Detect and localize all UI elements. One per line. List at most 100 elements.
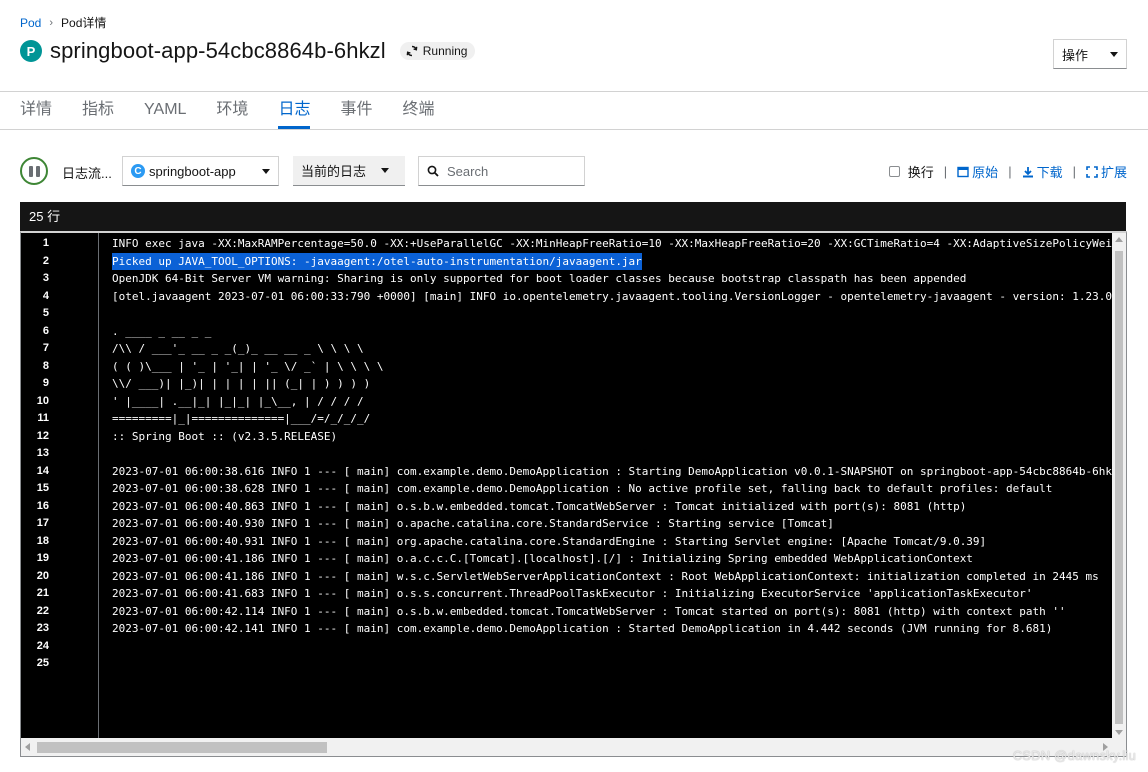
page-title-row: P springboot-app-54cbc8864b-6hkzl Runnin…: [20, 38, 476, 64]
actions-dropdown[interactable]: 操作: [1053, 39, 1127, 69]
log-line-text: 2023-07-01 06:00:40.931 INFO 1 --- [ mai…: [112, 534, 987, 548]
log-line-text: 2023-07-01 06:00:41.683 INFO 1 --- [ mai…: [112, 587, 1033, 600]
separator: |: [1072, 164, 1076, 179]
log-line: 25: [21, 655, 1111, 673]
log-line: 20 2023-07-01 06:00:41.186 INFO 1 --- [ m…: [21, 568, 1111, 586]
log-line-text: Picked up JAVA_TOOL_OPTIONS: -javaagent:…: [112, 252, 642, 270]
log-line: 13: [21, 445, 1111, 463]
horizontal-scrollbar[interactable]: [21, 738, 1126, 756]
log-line: 2 Picked up JAVA_TOOL_OPTIONS: -javaagent…: [21, 252, 1111, 270]
log-line: 8 ( ( )\___ | '_ | '_| | '_ \/ _` | \ \ \…: [21, 358, 1111, 376]
log-line-text: OpenJDK 64-Bit Server VM warning: Sharin…: [112, 272, 967, 285]
tab-details[interactable]: 详情: [20, 92, 52, 129]
tab-metrics[interactable]: 指标: [82, 92, 114, 129]
log-toolbar: 日志流... C springboot-app 当前的日志 换行 | 原始 | …: [20, 155, 1127, 187]
line-number: 25: [36, 657, 49, 669]
line-number: 1: [42, 237, 49, 249]
download-icon: [1022, 166, 1033, 177]
log-line: 4 [otel.javaagent 2023-07-01 06:00:33:790…: [21, 288, 1113, 306]
line-number: 11: [37, 412, 49, 424]
log-line: 19 2023-07-01 06:00:41.186 INFO 1 --- [ m…: [21, 550, 1111, 568]
log-line-text: 2023-07-01 06:00:40.863 INFO 1 --- [ mai…: [112, 499, 967, 513]
tab-yaml[interactable]: YAML: [144, 92, 186, 129]
log-line: 17 2023-07-01 06:00:40.930 INFO 1 --- [ m…: [21, 515, 1111, 533]
download-link[interactable]: 下载: [1022, 162, 1063, 181]
log-type-select-value: 当前的日志: [301, 164, 367, 179]
line-number: 18: [36, 534, 49, 547]
line-number: 6: [42, 324, 49, 337]
download-label: 下载: [1036, 165, 1063, 180]
scroll-up-icon[interactable]: [1115, 237, 1123, 242]
line-number: 19: [36, 552, 49, 564]
pod-badge-icon: P: [20, 40, 42, 62]
tab-terminal[interactable]: 终端: [402, 92, 434, 129]
caret-down-icon: [1110, 51, 1118, 57]
search-input[interactable]: [447, 163, 567, 179]
search-icon: [427, 165, 439, 177]
expand-link[interactable]: 扩展: [1086, 162, 1127, 181]
line-number: 3: [42, 272, 49, 284]
stream-status-label: 日志流...: [62, 166, 112, 181]
pause-stream-button[interactable]: [20, 157, 48, 185]
log-line-text: [otel.javaagent 2023-07-01 06:00:33:790 …: [112, 289, 1113, 303]
breadcrumb-pod-link[interactable]: Pod: [20, 16, 41, 30]
line-number: 13: [36, 447, 49, 459]
log-viewer[interactable]: 1 INFO exec java -XX:MaxRAMPercentage=50.…: [20, 231, 1127, 757]
log-line-text: 2023-07-01 06:00:40.930 INFO 1 --- [ mai…: [112, 517, 834, 530]
log-lines: 1 INFO exec java -XX:MaxRAMPercentage=50.…: [21, 235, 1126, 673]
log-line: 9 \\/ ___)| |_)| | | | | || (_| | ) ) ) ): [21, 375, 1111, 393]
line-number: 10: [36, 394, 49, 407]
line-number: 4: [42, 289, 49, 302]
log-line-text: 2023-07-01 06:00:38.616 INFO 1 --- [ mai…: [112, 464, 1127, 478]
container-select[interactable]: C springboot-app: [122, 156, 279, 186]
raw-log-label: 原始: [972, 165, 999, 180]
line-number: 12: [36, 429, 49, 442]
log-line: 14 2023-07-01 06:00:38.616 INFO 1 --- [ m…: [21, 463, 1126, 481]
log-line: 10 ' |____| .__|_| |_|_| |_\__, | / / / /: [21, 393, 1111, 411]
breadcrumb-chevron-icon: ›: [49, 16, 54, 29]
scroll-left-icon[interactable]: [25, 743, 30, 751]
wrap-lines-label: 换行: [907, 165, 934, 180]
log-line-text: 2023-07-01 06:00:38.628 INFO 1 --- [ mai…: [112, 482, 1053, 495]
pause-icon: [28, 165, 40, 177]
line-number: 21: [36, 587, 49, 599]
line-number: 8: [42, 359, 49, 372]
line-number: 7: [42, 342, 49, 354]
log-line: 7 /\\ / ___'_ __ _ _(_)_ __ __ _ \ \ \ \: [21, 340, 1111, 358]
scroll-down-icon[interactable]: [1115, 730, 1123, 735]
line-number: 14: [36, 464, 49, 477]
status-text: Running: [422, 44, 468, 58]
separator: |: [1008, 164, 1012, 179]
wrap-lines-checkbox[interactable]: [888, 166, 900, 177]
log-line: 18 2023-07-01 06:00:40.931 INFO 1 --- [ m…: [21, 533, 1111, 551]
log-line: 1 INFO exec java -XX:MaxRAMPercentage=50.…: [21, 235, 1126, 253]
watermark: CSDN @dawnsky.liu: [1012, 748, 1136, 763]
log-line: 24: [21, 638, 1111, 656]
tab-events[interactable]: 事件: [340, 92, 372, 129]
tab-environment[interactable]: 环境: [216, 92, 248, 129]
vertical-scrollbar[interactable]: [1112, 233, 1126, 738]
vertical-scroll-thumb[interactable]: [1115, 251, 1123, 724]
line-number: 20: [36, 569, 49, 582]
page-title: springboot-app-54cbc8864b-6hkzl: [50, 38, 386, 63]
expand-icon: [1086, 165, 1098, 178]
raw-log-link[interactable]: 原始: [957, 162, 998, 181]
breadcrumb-current: Pod详情: [61, 16, 107, 30]
expand-label: 扩展: [1100, 165, 1127, 180]
log-line-text: :: Spring Boot :: (v2.3.5.RELEASE): [112, 429, 338, 443]
log-line-text: 2023-07-01 06:00:42.114 INFO 1 --- [ mai…: [112, 604, 1066, 618]
line-number: 16: [36, 499, 49, 512]
log-line: 3 OpenJDK 64-Bit Server VM warning: Shari…: [21, 270, 1111, 288]
log-type-select[interactable]: 当前的日志: [293, 156, 405, 186]
tab-bar: 详情 指标 YAML 环境 日志 事件 终端: [20, 92, 464, 129]
container-icon: C: [131, 164, 145, 178]
tabs-divider: [0, 129, 1148, 130]
log-line-text: 2023-07-01 06:00:41.186 INFO 1 --- [ mai…: [112, 552, 973, 565]
log-line: 6 . ____ _ __ _ _: [21, 323, 1111, 341]
caret-down-icon: [381, 168, 389, 173]
tab-logs[interactable]: 日志: [278, 92, 311, 129]
horizontal-scroll-thumb[interactable]: [37, 742, 327, 753]
log-line: 5: [21, 305, 1111, 323]
caret-down-icon: [262, 168, 270, 174]
log-line-text: . ____ _ __ _ _: [112, 324, 212, 338]
